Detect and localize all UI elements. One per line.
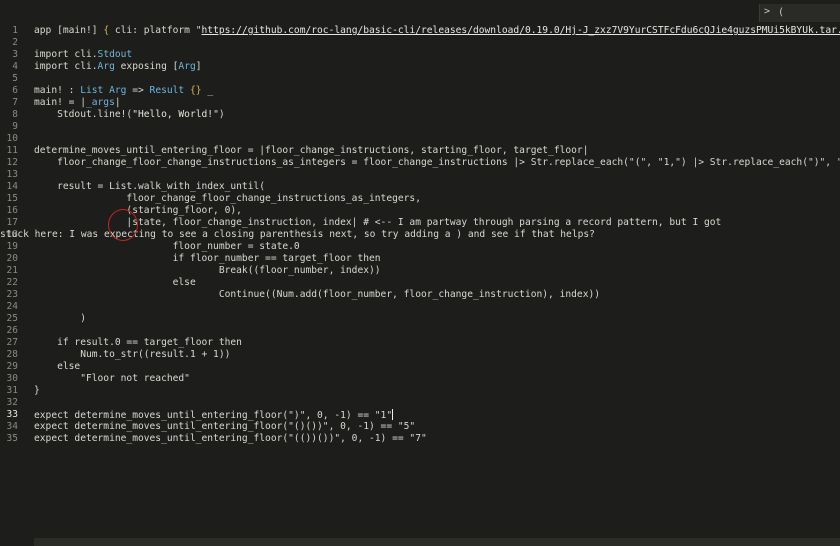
text-cursor [392, 409, 394, 420]
code-line-28: else [34, 361, 81, 372]
code-text: _ [207, 85, 214, 96]
code-line-3: import cli.Stdout [34, 49, 132, 61]
code-line-11: determine_moves_until_entering_floor = |… [34, 145, 589, 156]
line-number: 17 [6, 217, 18, 228]
line-number: 15 [6, 193, 18, 204]
code-line-22: Continue((Num.add(floor_number, floor_ch… [34, 289, 601, 300]
code-line-12: floor_change_floor_change_instructions_a… [34, 157, 840, 168]
code-text: cli: platform " [109, 25, 202, 36]
code-type: Result [149, 85, 185, 96]
line-number: 11 [6, 145, 18, 156]
code-param: _args [85, 97, 115, 108]
line-number: 26 [6, 325, 18, 336]
line-number: 2 [12, 37, 18, 48]
code-text: main! = | [34, 97, 86, 108]
code-editor[interactable]: 1 2 3 4 5 6 7 8 9 10 11 12 13 14 15 16 17 18 19 20 21 22 23 24 2… [0, 0, 840, 546]
code-line-32: expect determine_moves_until_entering_fl… [34, 409, 394, 421]
line-number: 28 [6, 349, 18, 360]
code-string: "Hello, World!" [132, 109, 219, 120]
code-text: import cli. [34, 49, 98, 60]
code-line-20: Break((floor_number, index)) [34, 265, 381, 276]
line-number: 3 [12, 49, 18, 60]
code-line-16: (starting_floor, 0), [34, 205, 242, 216]
code-line-17-wrap: stuck here: I was expecting to see a clo… [0, 229, 595, 240]
line-number: 4 [12, 61, 18, 72]
line-number: 20 [6, 253, 18, 264]
code-text: ) [218, 109, 225, 120]
code-module: Stdout [97, 49, 133, 60]
code-line-4: import cli.Arg exposing [Arg] [34, 61, 202, 73]
line-number: 22 [6, 277, 18, 288]
line-number: 33 [6, 409, 18, 420]
code-text: => [126, 85, 150, 96]
code-text: ] [195, 61, 202, 72]
code-line-30: } [34, 385, 40, 396]
chevron-right-icon[interactable]: > [764, 6, 770, 17]
code-text: | [114, 97, 121, 108]
find-input[interactable]: ( [778, 7, 784, 18]
code-text: import cli. [34, 61, 98, 72]
line-number: 34 [6, 421, 18, 432]
code-area[interactable]: app [main!] { cli: platform "https://git… [0, 0, 840, 546]
red-circle-annotation [108, 209, 138, 241]
line-number: 21 [6, 265, 18, 276]
code-line-7: main! = |_args| [34, 97, 121, 109]
line-number: 6 [12, 85, 18, 96]
code-brace: {} [184, 85, 208, 96]
code-text: app [main!] [34, 25, 104, 36]
line-number: 1 [12, 25, 18, 36]
code-module: Arg [97, 61, 115, 72]
horizontal-scrollbar[interactable] [34, 538, 840, 546]
line-number-gutter: 1 2 3 4 5 6 7 8 9 10 11 12 13 14 15 16 17 18 19 20 21 22 23 24 2… [0, 0, 24, 546]
line-number: 13 [6, 169, 18, 180]
code-type: List Arg [80, 85, 127, 96]
line-number: 23 [6, 289, 18, 300]
line-number: 14 [6, 181, 18, 192]
code-type: Arg [178, 61, 196, 72]
code-line-21: else [34, 277, 196, 288]
line-number: 27 [6, 337, 18, 348]
code-line-6: main! : List Arg => Result {} _ [34, 85, 213, 97]
code-line-27: Num.to_str((result.1 + 1)) [34, 349, 231, 360]
code-text: main! : [34, 85, 81, 96]
line-number: 29 [6, 361, 18, 372]
code-line-18: floor_number = state.0 [34, 241, 300, 252]
line-number: 31 [6, 385, 18, 396]
code-text: exposing [ [114, 61, 179, 72]
platform-url-link[interactable]: https://github.com/roc-lang/basic-cli/re… [202, 25, 840, 36]
line-number: 5 [12, 73, 18, 84]
line-number: 30 [6, 373, 18, 384]
code-text: expect determine_moves_until_entering_fl… [34, 410, 393, 421]
line-number: 9 [12, 121, 18, 132]
line-number: 24 [6, 301, 18, 312]
line-number: 8 [12, 109, 18, 120]
code-line-15: floor_change_floor_change_instructions_a… [34, 193, 421, 204]
line-number: 35 [6, 433, 18, 444]
code-text: Stdout.line!( [34, 109, 133, 120]
line-number: 16 [6, 205, 18, 216]
line-number: 12 [6, 157, 18, 168]
code-line-34: expect determine_moves_until_entering_fl… [34, 433, 427, 444]
code-line-1: app [main!] { cli: platform "https://git… [34, 25, 840, 37]
code-line-24: ) [34, 313, 86, 324]
line-number: 10 [6, 133, 18, 144]
find-bar[interactable]: > ( [759, 4, 840, 22]
code-line-19: if floor_number == target_floor then [34, 253, 381, 264]
code-line-29: "Floor not reached" [34, 373, 190, 384]
code-line-33: expect determine_moves_until_entering_fl… [34, 421, 416, 432]
code-line-8: Stdout.line!("Hello, World!") [34, 109, 225, 121]
code-line-14: result = List.walk_with_index_until( [34, 181, 266, 192]
line-number: 32 [6, 397, 18, 408]
line-number: 19 [6, 241, 18, 252]
line-number: 25 [6, 313, 18, 324]
code-line-26: if result.0 == target_floor then [34, 337, 242, 348]
line-number: 7 [12, 97, 18, 108]
